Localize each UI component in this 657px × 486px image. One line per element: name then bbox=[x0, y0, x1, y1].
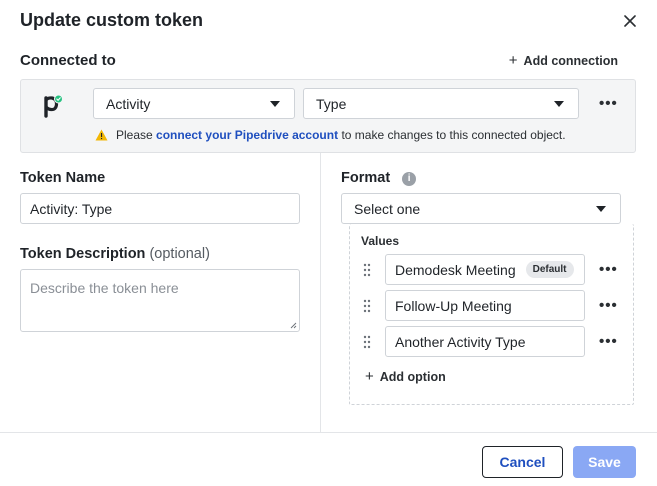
optional-hint: (optional) bbox=[149, 246, 210, 262]
footer-divider bbox=[0, 432, 657, 433]
value-text: Another Activity Type bbox=[395, 333, 526, 350]
format-label: Format i bbox=[341, 170, 417, 186]
plus-icon: + bbox=[508, 52, 518, 69]
field-select-value: Type bbox=[316, 95, 347, 112]
value-text: Demodesk Meeting bbox=[395, 261, 516, 278]
warning-text-suffix: to make changes to this connected object… bbox=[341, 128, 566, 142]
more-options-icon[interactable]: ••• bbox=[599, 298, 618, 313]
chevron-down-icon bbox=[554, 101, 564, 107]
field-select[interactable]: Type bbox=[303, 88, 579, 119]
value-input[interactable]: Another Activity Type bbox=[385, 326, 585, 357]
connection-panel: Activity Type ••• Please connect your Pi… bbox=[20, 79, 636, 153]
connection-warning: Please connect your Pipedrive account to… bbox=[95, 128, 566, 142]
object-select-value: Activity bbox=[106, 95, 151, 112]
format-select-value: Select one bbox=[354, 200, 421, 217]
value-row: Another Activity Type ••• bbox=[362, 326, 622, 357]
chevron-down-icon bbox=[596, 206, 606, 212]
token-description-placeholder: Describe the token here bbox=[30, 280, 179, 296]
token-name-input[interactable]: Activity: Type bbox=[20, 193, 300, 224]
value-input[interactable]: Demodesk Meeting Default bbox=[385, 254, 585, 285]
plus-icon: + bbox=[365, 368, 374, 385]
connect-pipedrive-link[interactable]: connect your Pipedrive account bbox=[156, 128, 338, 142]
connected-to-label: Connected to bbox=[20, 52, 116, 69]
info-icon[interactable]: i bbox=[402, 172, 417, 186]
token-description-label: Token Description (optional) bbox=[20, 246, 210, 262]
token-description-textarea[interactable]: Describe the token here bbox=[20, 269, 300, 332]
add-option-label: Add option bbox=[379, 369, 446, 384]
resize-handle-icon[interactable] bbox=[290, 322, 297, 329]
default-badge: Default bbox=[525, 261, 574, 278]
warning-icon bbox=[95, 129, 108, 141]
value-text: Follow-Up Meeting bbox=[395, 297, 512, 314]
object-select[interactable]: Activity bbox=[93, 88, 295, 119]
pipedrive-logo-icon bbox=[44, 94, 63, 118]
save-button[interactable]: Save bbox=[573, 446, 636, 478]
warning-text-prefix: Please bbox=[116, 128, 153, 142]
cancel-button[interactable]: Cancel bbox=[482, 446, 563, 478]
format-title: Format bbox=[341, 170, 391, 186]
add-connection-label: Add connection bbox=[523, 53, 618, 68]
add-connection-button[interactable]: + Add connection bbox=[509, 53, 618, 68]
column-divider bbox=[320, 153, 321, 433]
more-options-icon[interactable]: ••• bbox=[599, 96, 618, 111]
values-label: Values bbox=[361, 234, 400, 248]
format-select[interactable]: Select one bbox=[341, 193, 621, 224]
drag-handle-icon[interactable] bbox=[362, 335, 372, 349]
more-options-icon[interactable]: ••• bbox=[599, 262, 618, 277]
dialog-title: Update custom token bbox=[20, 10, 204, 30]
add-option-button[interactable]: + Add option bbox=[365, 369, 446, 384]
drag-handle-icon[interactable] bbox=[362, 263, 372, 277]
value-row: Follow-Up Meeting ••• bbox=[362, 290, 622, 321]
token-name-label: Token Name bbox=[20, 170, 106, 186]
value-row: Demodesk Meeting Default ••• bbox=[362, 254, 622, 285]
more-options-icon[interactable]: ••• bbox=[599, 334, 618, 349]
chevron-down-icon bbox=[270, 101, 280, 107]
token-description-title: Token Description bbox=[20, 246, 146, 262]
value-input[interactable]: Follow-Up Meeting bbox=[385, 290, 585, 321]
drag-handle-icon[interactable] bbox=[362, 299, 372, 313]
token-name-value: Activity: Type bbox=[30, 200, 113, 217]
close-icon[interactable] bbox=[622, 13, 638, 29]
